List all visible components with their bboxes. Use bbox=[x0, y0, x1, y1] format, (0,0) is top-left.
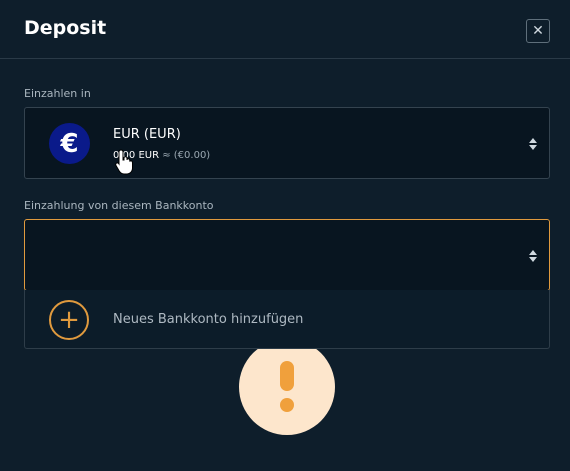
plus-circle-icon[interactable]: + bbox=[49, 300, 89, 340]
bank-field-label: Einzahlung von diesem Bankkonto bbox=[24, 199, 214, 212]
bank-account-select[interactable] bbox=[24, 219, 550, 291]
close-button[interactable]: ✕ bbox=[526, 19, 550, 43]
currency-field-label: Einzahlen in bbox=[24, 87, 91, 100]
sort-arrows-icon bbox=[529, 138, 537, 150]
balance-approx: ≈ (€0.00) bbox=[162, 150, 211, 161]
exclamation-icon bbox=[239, 339, 335, 435]
sort-arrows-icon bbox=[529, 250, 537, 262]
modal-title: Deposit bbox=[24, 17, 107, 39]
hand-cursor-icon bbox=[115, 149, 133, 175]
modal-header: Deposit ✕ bbox=[0, 0, 570, 59]
plus-glyph: + bbox=[58, 305, 80, 335]
euro-icon: € bbox=[49, 123, 90, 164]
currency-select[interactable]: € EUR (EUR) 0,00 EUR ≈ (€0.00) bbox=[24, 107, 550, 179]
euro-glyph: € bbox=[60, 128, 79, 159]
close-icon: ✕ bbox=[532, 23, 544, 39]
add-bank-account-option[interactable]: Neues Bankkonto hinzufügen bbox=[113, 312, 303, 327]
currency-name: EUR (EUR) bbox=[113, 127, 181, 142]
